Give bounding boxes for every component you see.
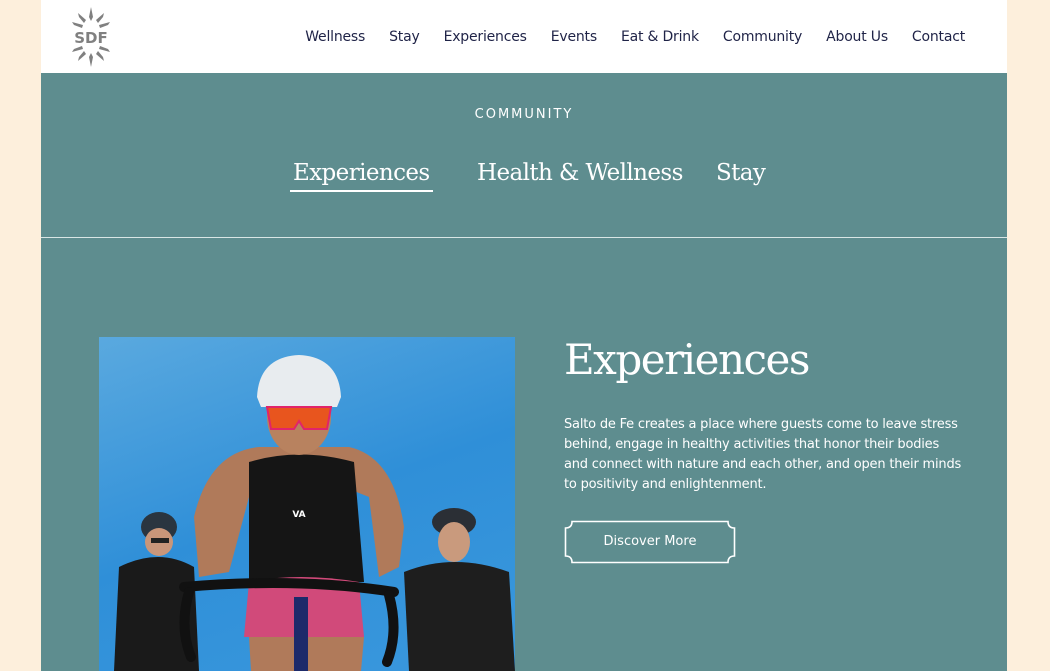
logo-text: SDF — [74, 29, 108, 47]
discover-more-label: Discover More — [603, 534, 697, 549]
nav-item-events[interactable]: Events — [551, 29, 597, 45]
nav-item-experiences[interactable]: Experiences — [444, 29, 527, 45]
nav-item-contact[interactable]: Contact — [912, 29, 965, 45]
cyclists-photo: VA — [114, 355, 515, 671]
logo[interactable]: SDF — [70, 5, 112, 69]
main-nav: Wellness Stay Experiences Events Eat & D… — [281, 0, 965, 73]
nav-item-about-us[interactable]: About Us — [826, 29, 888, 45]
section-eyebrow: COMMUNITY — [474, 107, 574, 122]
nav-item-eat-drink[interactable]: Eat & Drink — [621, 29, 699, 45]
nav-item-wellness[interactable]: Wellness — [305, 29, 365, 45]
page-container: SDF Wellness Stay Experiences Events Eat… — [41, 0, 1007, 671]
nav-item-community[interactable]: Community — [723, 29, 802, 45]
tab-health-wellness[interactable]: Health & Wellness — [477, 160, 683, 186]
nav-item-stay[interactable]: Stay — [389, 29, 420, 45]
jersey-logo-text: VA — [292, 510, 305, 520]
site-header: SDF Wellness Stay Experiences Events Eat… — [41, 0, 1007, 73]
sunburst-logo-icon: SDF — [72, 7, 110, 67]
content-description: Salto de Fe creates a place where guests… — [564, 417, 962, 492]
content-title: Experiences — [564, 335, 810, 384]
tab-stay[interactable]: Stay — [716, 160, 766, 186]
discover-more-button[interactable]: Discover More — [564, 520, 736, 564]
hero-image: VA — [99, 337, 515, 671]
tab-experiences[interactable]: Experiences — [290, 160, 433, 192]
section-divider — [41, 237, 1007, 238]
section-tabs: Experiences Health & Wellness Stay — [41, 160, 1007, 200]
